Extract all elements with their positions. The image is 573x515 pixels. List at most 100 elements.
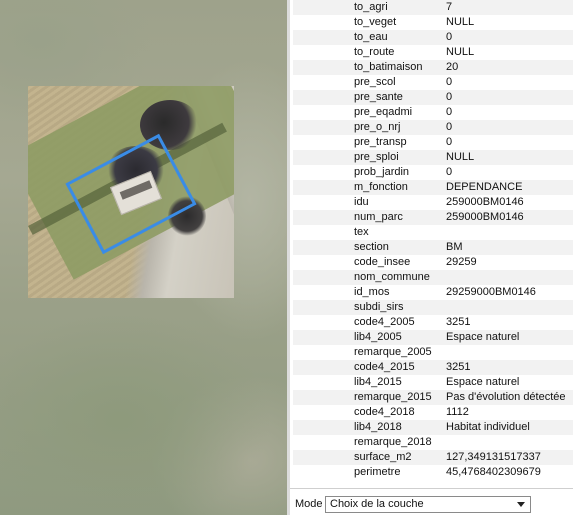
attribute-name: code4_2015 <box>354 361 415 373</box>
attribute-row[interactable]: section BM <box>293 240 573 255</box>
attribute-row[interactable]: pre_eqadmi 0 <box>293 105 573 120</box>
attribute-name: to_batimaison <box>354 61 423 73</box>
attribute-row[interactable]: remarque_2015 Pas d'évolution détectée <box>293 390 573 405</box>
attribute-name: lib4_2018 <box>354 421 402 433</box>
attribute-row[interactable]: code_insee 29259 <box>293 255 573 270</box>
attribute-value: 0 <box>446 121 453 133</box>
attribute-value: 7 <box>446 1 453 13</box>
attribute-name: pre_eqadmi <box>354 106 413 118</box>
attribute-value: NULL <box>446 46 475 58</box>
attribute-name: to_agri <box>354 1 388 13</box>
attribute-row[interactable]: to_agri 7 <box>293 0 573 15</box>
attribute-value: 29259000BM0146 <box>446 286 536 298</box>
attribute-value: 0 <box>446 136 453 148</box>
attribute-value: Habitat individuel <box>446 421 530 433</box>
attribute-row[interactable]: code4_2018 1112 <box>293 405 573 420</box>
attribute-row[interactable]: remarque_2018 <box>293 435 573 450</box>
attribute-name: code4_2018 <box>354 406 415 418</box>
attribute-row[interactable]: to_batimaison 20 <box>293 60 573 75</box>
attribute-name: subdi_sirs <box>354 301 404 313</box>
attribute-row[interactable]: code4_2015 3251 <box>293 360 573 375</box>
attribute-row[interactable]: pre_transp 0 <box>293 135 573 150</box>
attribute-row[interactable]: perimetre 45,4768402309679 <box>293 465 573 480</box>
attribute-name: pre_sploi <box>354 151 399 163</box>
attribute-name: pre_sante <box>354 91 403 103</box>
attribute-name: lib4_2015 <box>354 376 402 388</box>
attribute-value: 0 <box>446 91 453 103</box>
panel-splitter[interactable] <box>287 0 290 515</box>
attribute-name: surface_m2 <box>354 451 412 463</box>
attribute-value: 45,4768402309679 <box>446 466 541 478</box>
attribute-name: to_veget <box>354 16 397 28</box>
attribute-value: 0 <box>446 166 453 178</box>
mode-bar: Mode Choix de la couche <box>290 494 573 515</box>
attribute-row[interactable]: to_route NULL <box>293 45 573 60</box>
attribute-value: 259000BM0146 <box>446 211 524 223</box>
attribute-table: to_agri 7 to_veget NULL to_eau 0 to_route NULL t… <box>293 0 573 480</box>
divider <box>290 488 573 489</box>
attribute-row[interactable]: surface_m2 127,349131517337 <box>293 450 573 465</box>
attribute-value: 0 <box>446 31 453 43</box>
attribute-name: pre_scol <box>354 76 396 88</box>
attribute-name: pre_o_nrj <box>354 121 401 133</box>
attribute-row[interactable]: m_fonction DEPENDANCE <box>293 180 573 195</box>
attribute-value: 3251 <box>446 316 471 328</box>
attribute-name: tex <box>354 226 369 238</box>
map-canvas[interactable] <box>0 0 287 515</box>
attribute-name: code4_2005 <box>354 316 415 328</box>
attribute-row[interactable]: to_veget NULL <box>293 15 573 30</box>
attribute-name: code_insee <box>354 256 411 268</box>
attribute-name: num_parc <box>354 211 403 223</box>
attribute-row[interactable]: to_eau 0 <box>293 30 573 45</box>
attribute-name: nom_commune <box>354 271 430 283</box>
attribute-row[interactable]: lib4_2005 Espace naturel <box>293 330 573 345</box>
attribute-row[interactable]: pre_sploi NULL <box>293 150 573 165</box>
attribute-name: remarque_2005 <box>354 346 432 358</box>
attribute-row[interactable]: idu 259000BM0146 <box>293 195 573 210</box>
attribute-row[interactable]: pre_o_nrj 0 <box>293 120 573 135</box>
attribute-value: DEPENDANCE <box>446 181 523 193</box>
attribute-row[interactable]: code4_2005 3251 <box>293 315 573 330</box>
attribute-value: NULL <box>446 16 475 28</box>
attribute-value: 127,349131517337 <box>446 451 541 463</box>
attribute-name: to_route <box>354 46 395 58</box>
attribute-name: id_mos <box>354 286 390 298</box>
attribute-row[interactable]: nom_commune <box>293 270 573 285</box>
identify-results-panel: to_agri 7 to_veget NULL to_eau 0 to_route NULL t… <box>287 0 573 515</box>
attribute-row[interactable]: prob_jardin 0 <box>293 165 573 180</box>
attribute-name: m_fonction <box>354 181 408 193</box>
mode-select-value: Choix de la couche <box>330 498 424 510</box>
attribute-name: to_eau <box>354 31 388 43</box>
attribute-row[interactable]: subdi_sirs <box>293 300 573 315</box>
attribute-value: 20 <box>446 61 459 73</box>
attribute-name: idu <box>354 196 369 208</box>
attribute-row[interactable]: num_parc 259000BM0146 <box>293 210 573 225</box>
attribute-value: Espace naturel <box>446 376 520 388</box>
attribute-name: section <box>354 241 389 253</box>
attribute-row[interactable]: remarque_2005 <box>293 345 573 360</box>
attribute-value: Pas d'évolution détectée <box>446 391 566 403</box>
attribute-value: BM <box>446 241 463 253</box>
attribute-value: 1112 <box>446 406 469 418</box>
attribute-name: pre_transp <box>354 136 407 148</box>
attribute-name: lib4_2005 <box>354 331 402 343</box>
attribute-value: 0 <box>446 76 453 88</box>
attribute-value: Espace naturel <box>446 331 520 343</box>
attribute-row[interactable]: lib4_2018 Habitat individuel <box>293 420 573 435</box>
mode-select[interactable]: Choix de la couche <box>325 496 531 513</box>
attribute-row[interactable]: pre_scol 0 <box>293 75 573 90</box>
attribute-name: remarque_2015 <box>354 391 432 403</box>
attribute-value: 259000BM0146 <box>446 196 524 208</box>
attribute-value: NULL <box>446 151 475 163</box>
attribute-row[interactable]: id_mos 29259000BM0146 <box>293 285 573 300</box>
attribute-value: 29259 <box>446 256 477 268</box>
chevron-down-icon <box>517 502 525 507</box>
attribute-value: 0 <box>446 106 453 118</box>
attribute-row[interactable]: pre_sante 0 <box>293 90 573 105</box>
attribute-name: remarque_2018 <box>354 436 432 448</box>
attribute-row[interactable]: lib4_2015 Espace naturel <box>293 375 573 390</box>
mode-label: Mode <box>295 498 323 510</box>
attribute-name: prob_jardin <box>354 166 410 178</box>
attribute-row[interactable]: tex <box>293 225 573 240</box>
attribute-name: perimetre <box>354 466 401 478</box>
